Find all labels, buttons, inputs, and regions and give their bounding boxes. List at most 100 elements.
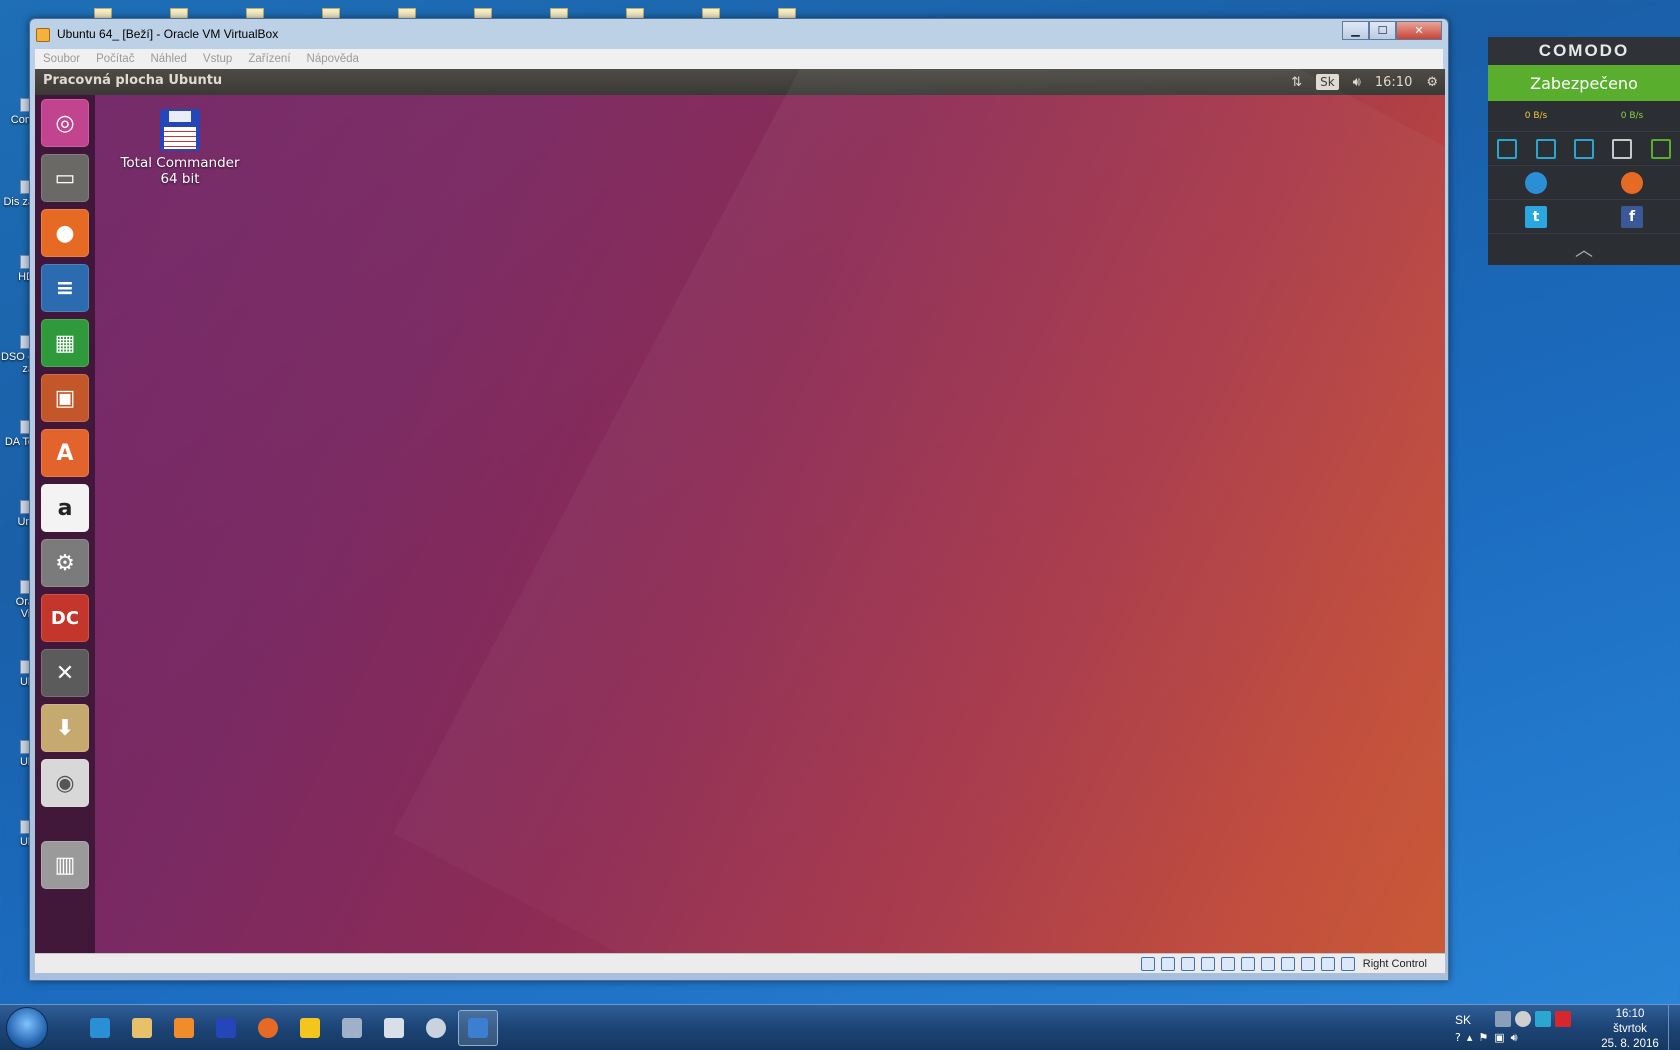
show-hidden-icons-icon[interactable]: ▴	[1467, 1031, 1473, 1045]
launcher-calc[interactable]: ▦	[41, 319, 89, 367]
minimize-button[interactable]: ▁	[1342, 21, 1369, 40]
tech-support-icon[interactable]	[1650, 138, 1671, 159]
firefox-icon: ●	[55, 220, 75, 246]
comodo-traffic: 0 B/s 0 B/s	[1488, 101, 1680, 131]
task-manager-icon[interactable]	[1573, 138, 1594, 159]
taskbar-internet-explorer[interactable]	[80, 1010, 120, 1046]
menu-soubor[interactable]: Soubor	[42, 53, 81, 65]
mouse-integration-icon[interactable]	[1320, 956, 1335, 971]
language-indicator[interactable]: SK	[1455, 1013, 1471, 1027]
launcher-impress[interactable]: ▣	[41, 374, 89, 422]
taskbar-app-cloud[interactable]	[416, 1010, 456, 1046]
firefox-icon[interactable]	[1621, 171, 1643, 194]
app-icon	[342, 1018, 362, 1038]
launcher-ubuntu-dash[interactable]: ◎	[41, 99, 89, 147]
taskbar-app-yellow[interactable]	[290, 1010, 330, 1046]
hard-disk-icon[interactable]	[1140, 956, 1155, 971]
launcher-amazon[interactable]: a	[41, 484, 89, 532]
display-icon[interactable]	[1260, 956, 1275, 971]
network-adapter-icon[interactable]	[1200, 956, 1215, 971]
calculator-icon	[384, 1018, 404, 1038]
disc-icon: ◉	[55, 770, 75, 796]
total-commander-desktop-icon[interactable]: Total Commander 64 bit	[115, 109, 245, 187]
double-commander-icon: DC	[50, 607, 80, 629]
comodo-tools-row	[1488, 131, 1680, 165]
tray-icon[interactable]	[1495, 1011, 1511, 1027]
launcher-settings[interactable]: ⚙	[41, 539, 89, 587]
tray-icon[interactable]	[1515, 1011, 1531, 1027]
close-button[interactable]: ✕	[1396, 21, 1442, 40]
taskbar-clock[interactable]: 16:10 štvrtok 25. 8. 2016	[1595, 1007, 1665, 1050]
panel-clock[interactable]: 16:10	[1375, 75, 1412, 90]
launcher-disc[interactable]: ◉	[41, 759, 89, 807]
menu-zarizeni[interactable]: Zařízení	[247, 53, 291, 65]
virtual-desktop-icon[interactable]	[1612, 138, 1633, 159]
software-bag-icon: A	[56, 440, 74, 466]
menu-napoveda[interactable]: Nápověda	[306, 53, 360, 65]
host-key-label: Right Control	[1362, 957, 1427, 970]
taskbar-firefox[interactable]	[248, 1010, 288, 1046]
taskbar-media-player[interactable]	[164, 1010, 204, 1046]
twitter-icon[interactable]: t	[1525, 205, 1547, 228]
taskbar-calculator[interactable]	[374, 1010, 414, 1046]
taskbar-total-commander[interactable]	[206, 1010, 246, 1046]
cpu-icon[interactable]	[1300, 956, 1315, 971]
tray-icon[interactable]	[1555, 1011, 1571, 1027]
internet-explorer-icon[interactable]	[1525, 171, 1547, 194]
virtualbox-icon	[468, 1018, 488, 1038]
comodo-status-badge[interactable]: Zabezpečeno	[1488, 65, 1680, 101]
audio-icon[interactable]	[1180, 956, 1195, 971]
window-titlebar[interactable]: Ubuntu 64_ [Beží] - Oracle VM VirtualBox…	[30, 19, 1448, 51]
wine-tools-icon: ✕	[55, 660, 75, 686]
ubuntu-guest-screen[interactable]: Pracovná plocha Ubuntu ⇅ Sk 🔊︎ 16:10 ⚙ ◎…	[35, 69, 1445, 973]
show-desktop-button[interactable]	[1668, 1005, 1680, 1050]
launcher-files[interactable]: ▭	[41, 154, 89, 202]
keyboard-capture-icon[interactable]	[1340, 956, 1355, 971]
network-icon[interactable]: ▣	[1494, 1031, 1504, 1045]
launcher-wine-tools[interactable]: ✕	[41, 649, 89, 697]
taskbar-virtualbox[interactable]	[458, 1010, 498, 1046]
flag-icon[interactable]: ⚑	[1478, 1031, 1488, 1045]
ubuntu-launcher: ◎ ▭ ● ≡ ▦ ▣ A a ⚙ DC ✕ ⬇ ◉ ▥	[35, 95, 95, 953]
volume-icon[interactable]: 🔊︎	[1511, 1031, 1518, 1045]
clock-day: štvrtok	[1613, 1023, 1647, 1035]
optical-drive-icon[interactable]	[1160, 956, 1175, 971]
virtualbox-window[interactable]: Ubuntu 64_ [Beží] - Oracle VM VirtualBox…	[29, 18, 1449, 981]
taskbar-explorer[interactable]	[122, 1010, 162, 1046]
taskbar-app-gray[interactable]	[332, 1010, 372, 1046]
shared-folders-icon[interactable]	[1240, 956, 1255, 971]
amazon-icon: a	[57, 495, 73, 521]
usb-icon[interactable]	[1220, 956, 1235, 971]
launcher-firefox[interactable]: ●	[41, 209, 89, 257]
clock-time: 16:10	[1615, 1008, 1645, 1020]
collapse-chevron-icon[interactable]: ︿	[1488, 233, 1680, 263]
help-icon[interactable]: ?	[1455, 1031, 1461, 1045]
scan-icon[interactable]	[1535, 138, 1556, 159]
panel-title: Pracovná plocha Ubuntu	[43, 73, 223, 88]
tray-icon[interactable]	[1535, 1011, 1551, 1027]
menu-nahled[interactable]: Náhled	[149, 53, 187, 65]
folder-icon	[132, 1018, 152, 1038]
launcher-software[interactable]: A	[41, 429, 89, 477]
comodo-widget[interactable]: COMODO Zabezpečeno 0 B/s 0 B/s t f ︿	[1488, 37, 1680, 265]
sandbox-icon[interactable]	[1497, 138, 1518, 159]
tray-icons-bottom: ? ▴ ⚑ ▣ 🔊︎	[1455, 1031, 1518, 1045]
video-capture-icon[interactable]	[1280, 956, 1295, 971]
launcher-writer[interactable]: ≡	[41, 264, 89, 312]
menu-pocitac[interactable]: Počítač	[95, 53, 135, 65]
start-button[interactable]	[6, 1007, 48, 1049]
internet-explorer-icon	[90, 1018, 110, 1038]
app-icon	[300, 1018, 320, 1038]
menu-vstup[interactable]: Vstup	[202, 53, 233, 65]
maximize-button[interactable]: ☐	[1369, 21, 1396, 40]
trash-icon: ▥	[54, 852, 76, 878]
launcher-archive-manager[interactable]: ⬇	[41, 704, 89, 752]
ubuntu-desktop[interactable]: ◎ ▭ ● ≡ ▦ ▣ A a ⚙ DC ✕ ⬇ ◉ ▥ Total Comma…	[35, 95, 1445, 953]
launcher-trash[interactable]: ▥	[41, 841, 89, 889]
launcher-double-commander[interactable]: DC	[41, 594, 89, 642]
desktop-icon-label-line1: Total Commander	[120, 155, 240, 171]
facebook-icon[interactable]: f	[1621, 205, 1643, 228]
gear-icon[interactable]: ⚙	[1426, 75, 1438, 90]
download-speed: 0 B/s	[1620, 111, 1644, 121]
volume-icon[interactable]: 🔊︎	[1353, 75, 1361, 90]
